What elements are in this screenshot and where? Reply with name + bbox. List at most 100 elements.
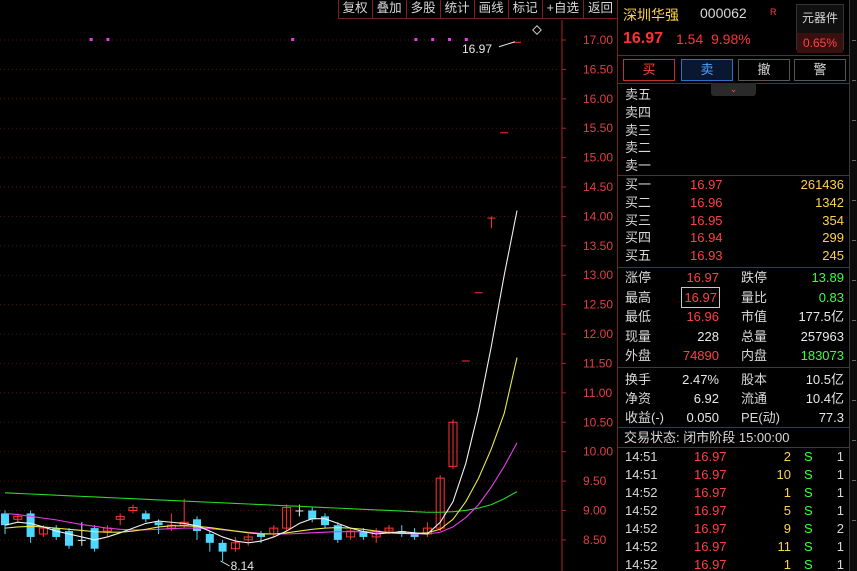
stock-flag-badge: R: [770, 7, 777, 17]
bid-price: 16.97: [690, 177, 723, 192]
candle-body: [218, 542, 227, 552]
eps-value: 0.050: [686, 410, 719, 425]
inner-value: 183073: [800, 348, 844, 364]
cancel-order-button[interactable]: 撤: [738, 59, 790, 81]
y-tick-label: 10.00: [583, 445, 613, 459]
chart-toolbar: 复权 叠加 多股 统计 画线 标记 +自选 返回: [337, 0, 617, 19]
cur-vol-value: 228: [697, 328, 719, 344]
bid-row[interactable]: 买五 16.93 245: [618, 247, 849, 265]
limit-up-marker: [291, 38, 295, 41]
bid-row[interactable]: 买一 16.97 261436: [618, 176, 849, 194]
y-tick-label: 13.00: [583, 268, 613, 282]
draw-line-button[interactable]: 画线: [473, 0, 508, 19]
ask-label: 卖五: [625, 87, 652, 102]
sell-button[interactable]: 卖: [681, 59, 733, 81]
edge-tick-mark: [852, 400, 856, 401]
candle-body: [487, 217, 496, 219]
stat-row-limit: 涨停 16.97 跌停 13.89: [618, 268, 849, 288]
shares-label: 股本: [741, 372, 768, 387]
y-tick-label: 11.50: [583, 356, 612, 370]
back-button[interactable]: 返回: [582, 0, 617, 19]
high-label: 最高: [625, 289, 652, 305]
ask-label: 卖一: [625, 158, 652, 174]
pe-value: 77.3: [818, 410, 844, 425]
tick-price: 16.97: [694, 521, 727, 536]
edge-tick-mark: [852, 80, 856, 81]
fundamental-stats: 换手 2.47% 股本 10.5亿 净资 6.92 流通 10.4亿 收益(-)…: [618, 368, 849, 428]
candle-body: [154, 522, 163, 526]
edge-tick-mark: [852, 480, 856, 481]
tick-row[interactable]: 14:51 16.97 2 S 1: [618, 448, 849, 466]
bid-row[interactable]: 买四 16.94 299: [618, 229, 849, 247]
ask-row[interactable]: 卖三: [618, 122, 849, 140]
tick-side: S: [804, 521, 813, 536]
tick-volume: 9: [783, 521, 791, 536]
tick-time: 14:52: [625, 521, 658, 536]
y-tick-label: 14.00: [583, 209, 613, 223]
turnover-value: 2.47%: [682, 372, 719, 387]
candle-body: [141, 513, 150, 520]
tick-row[interactable]: 14:52 16.97 9 S 2: [618, 520, 849, 538]
pe-label: PE(动): [741, 410, 781, 425]
bid-volume: 1342: [815, 194, 844, 210]
candle-body: [52, 528, 61, 537]
kline-chart-area[interactable]: 17.00 16.50 16.00 15.50 15.00 14.50 14.00 13.50…: [0, 0, 617, 571]
edge-tick-mark: [852, 120, 856, 121]
tick-time: 14:52: [625, 539, 658, 554]
y-tick-label: 13.50: [583, 239, 613, 253]
stock-name[interactable]: 深圳华强: [623, 5, 679, 25]
candle-body: [461, 360, 470, 362]
tick-price: 16.97: [694, 485, 727, 500]
sector-box[interactable]: 元器件 0.65%: [796, 4, 844, 53]
ask-label: 卖四: [625, 104, 652, 120]
tick-price: 16.97: [694, 557, 727, 571]
tick-row[interactable]: 14:52 16.97 1 S 1: [618, 484, 849, 502]
bid-row[interactable]: 买三 16.95 354: [618, 212, 849, 230]
limit-up-marker: [448, 38, 451, 41]
bid-label: 买四: [625, 230, 652, 246]
stock-code: 000062: [700, 5, 747, 21]
stats-button[interactable]: 统计: [439, 0, 474, 19]
bid-label: 买二: [625, 194, 652, 210]
restore-rights-button[interactable]: 复权: [337, 0, 372, 19]
limit-down-label: 跌停: [741, 270, 768, 285]
tick-price: 16.97: [694, 467, 727, 482]
alert-button[interactable]: 警: [794, 59, 846, 81]
stat-row-disk: 外盘 74890 内盘 183073: [618, 346, 849, 366]
mkt-cap-value: 177.5亿: [798, 309, 844, 325]
ask-row[interactable]: 卖二: [618, 139, 849, 157]
tick-row[interactable]: 14:52 16.97 5 S 1: [618, 502, 849, 520]
bid-row[interactable]: 买二 16.96 1342: [618, 194, 849, 212]
tick-list[interactable]: 14:51 16.97 2 S 1 14:51 16.97 10 S 1 14:52 16.97 1 S 1…: [618, 448, 849, 571]
ask-row[interactable]: 卖四: [618, 104, 849, 122]
multi-stock-button[interactable]: 多股: [405, 0, 440, 19]
buy-button[interactable]: 买: [623, 59, 675, 81]
bid-price: 16.96: [690, 194, 723, 210]
limit-up-marker: [106, 38, 110, 41]
kline-chart[interactable]: 17.00 16.50 16.00 15.50 15.00 14.50 14.00 13.50…: [0, 0, 617, 571]
bid-price: 16.93: [690, 248, 723, 264]
ask-row[interactable]: 卖一: [618, 157, 849, 175]
inner-label: 内盘: [741, 348, 768, 364]
overlay-button[interactable]: 叠加: [371, 0, 406, 19]
total-vol-value: 257963: [800, 328, 844, 344]
diamond-marker-icon: [532, 25, 542, 35]
quote-panel: 深圳华强 000062 R 16.97 1.54 9.98% 元器件 0.65%…: [617, 0, 849, 571]
tick-row[interactable]: 14:52 16.97 11 S 1: [618, 538, 849, 556]
min-price-label: 8.14: [231, 559, 255, 571]
tick-row[interactable]: 14:52 16.97 1 S 1: [618, 556, 849, 571]
tick-time: 14:51: [625, 449, 658, 464]
tick-time: 14:52: [625, 557, 658, 571]
vol-ratio-value: 0.83: [818, 289, 844, 305]
limit-up-marker: [89, 38, 93, 41]
bid-volume: 245: [822, 248, 844, 264]
buy-order-book: 买一 16.97 261436 买二 16.96 1342 买三 16.95 354 买四 16.9…: [618, 176, 849, 268]
side-scroll-strip[interactable]: [849, 0, 857, 571]
ask-row[interactable]: 卖五: [618, 86, 849, 104]
bid-price: 16.94: [690, 230, 723, 246]
mark-button[interactable]: 标记: [507, 0, 542, 19]
float-value: 10.4亿: [805, 391, 844, 406]
edge-tick-mark: [852, 360, 856, 361]
add-watchlist-button[interactable]: +自选: [541, 0, 583, 19]
tick-row[interactable]: 14:51 16.97 10 S 1: [618, 466, 849, 484]
